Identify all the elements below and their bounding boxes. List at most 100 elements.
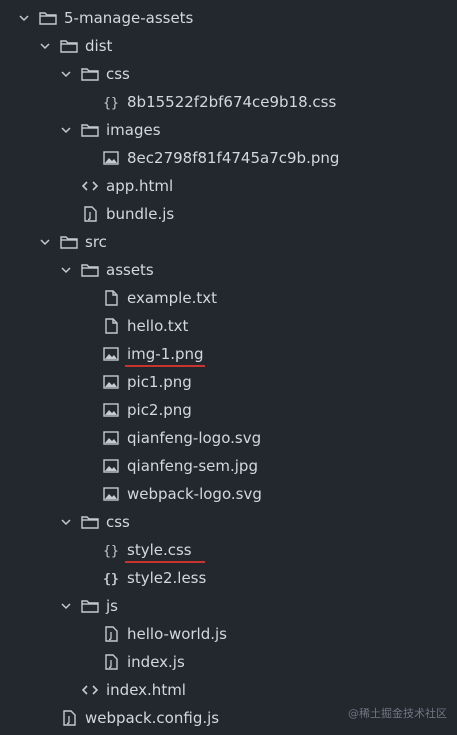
tree-item-label: src <box>85 233 107 251</box>
image-file-icon <box>101 400 121 420</box>
tree-file-row[interactable]: bundle.js <box>0 200 457 228</box>
image-file-icon <box>101 344 121 364</box>
chevron-down-icon[interactable] <box>60 516 72 528</box>
tree-item-label: style.css <box>127 541 192 559</box>
folder-icon <box>80 512 100 532</box>
folder-icon <box>38 8 58 28</box>
js-file-icon <box>101 652 121 672</box>
tree-folder-row[interactable]: 5-manage-assets <box>0 4 457 32</box>
tree-folder-row[interactable]: images <box>0 116 457 144</box>
js-file-icon <box>101 624 121 644</box>
tree-folder-row[interactable]: js <box>0 592 457 620</box>
tree-item-label: pic2.png <box>127 401 192 419</box>
chevron-down-icon[interactable] <box>60 68 72 80</box>
tree-item-label: style2.less <box>127 569 207 587</box>
folder-icon <box>80 64 100 84</box>
js-file-icon <box>80 204 100 224</box>
tree-item-label: example.txt <box>127 289 217 307</box>
chevron-down-icon[interactable] <box>39 40 51 52</box>
tree-item-label: 8b15522f2bf674ce9b18.css <box>127 93 337 111</box>
tree-file-row[interactable]: webpack-logo.svg <box>0 480 457 508</box>
tree-file-row[interactable]: index.html <box>0 676 457 704</box>
chevron-down-icon[interactable] <box>39 236 51 248</box>
folder-icon <box>59 232 79 252</box>
tree-item-label: app.html <box>106 177 174 195</box>
text-file-icon <box>101 288 121 308</box>
tree-item-label: css <box>106 513 130 531</box>
folder-icon <box>80 596 100 616</box>
tree-item-label: img-1.png <box>127 345 204 363</box>
chevron-down-icon[interactable] <box>60 124 72 136</box>
tree-item-label: hello-world.js <box>127 625 227 643</box>
image-file-icon <box>101 428 121 448</box>
tree-file-row[interactable]: pic2.png <box>0 396 457 424</box>
svg-text:{}: {} <box>103 572 119 587</box>
tree-item-label: webpack.config.js <box>85 709 220 727</box>
folder-icon <box>59 36 79 56</box>
tree-item-label: pic1.png <box>127 373 192 391</box>
svg-text:{}: {} <box>103 96 119 111</box>
image-file-icon <box>101 456 121 476</box>
red-underline-mark <box>125 365 205 367</box>
tree-item-label: assets <box>106 261 154 279</box>
tree-item-label: qianfeng-logo.svg <box>127 429 262 447</box>
tree-item-label: 5-manage-assets <box>64 9 194 27</box>
tree-folder-row[interactable]: css <box>0 508 457 536</box>
tree-item-label: dist <box>85 37 113 55</box>
svg-text:{}: {} <box>103 544 119 559</box>
tree-file-row[interactable]: qianfeng-logo.svg <box>0 424 457 452</box>
tree-item-label: hello.txt <box>127 317 189 335</box>
chevron-down-icon[interactable] <box>60 600 72 612</box>
tree-file-row[interactable]: example.txt <box>0 284 457 312</box>
tree-file-row[interactable]: hello.txt <box>0 312 457 340</box>
watermark: @稀土掘金技术社区 <box>348 707 447 720</box>
tree-file-row[interactable]: {} style.css <box>0 536 457 564</box>
tree-file-row[interactable]: qianfeng-sem.jpg <box>0 452 457 480</box>
chevron-down-icon[interactable] <box>60 264 72 276</box>
css-file-icon: {} <box>101 540 121 560</box>
folder-icon <box>80 260 100 280</box>
tree-item-label: qianfeng-sem.jpg <box>127 457 258 475</box>
image-file-icon <box>101 372 121 392</box>
html-file-icon <box>80 680 100 700</box>
less-file-icon: {} <box>101 568 121 588</box>
tree-file-row[interactable]: 8ec2798f81f4745a7c9b.png <box>0 144 457 172</box>
tree-folder-row[interactable]: dist <box>0 32 457 60</box>
tree-file-row[interactable]: img-1.png <box>0 340 457 368</box>
js-file-icon <box>59 708 79 728</box>
folder-icon <box>80 120 100 140</box>
tree-file-row[interactable]: app.html <box>0 172 457 200</box>
tree-file-row[interactable]: pic1.png <box>0 368 457 396</box>
image-file-icon <box>101 148 121 168</box>
text-file-icon <box>101 316 121 336</box>
tree-item-label: css <box>106 65 130 83</box>
red-underline-mark <box>125 561 205 563</box>
tree-item-label: 8ec2798f81f4745a7c9b.png <box>127 149 340 167</box>
chevron-down-icon[interactable] <box>18 12 30 24</box>
tree-file-row[interactable]: {} style2.less <box>0 564 457 592</box>
tree-folder-row[interactable]: src <box>0 228 457 256</box>
tree-file-row[interactable]: {} 8b15522f2bf674ce9b18.css <box>0 88 457 116</box>
tree-item-label: bundle.js <box>106 205 175 223</box>
tree-file-row[interactable]: hello-world.js <box>0 620 457 648</box>
tree-file-row[interactable]: index.js <box>0 648 457 676</box>
tree-folder-row[interactable]: css <box>0 60 457 88</box>
tree-folder-row[interactable]: assets <box>0 256 457 284</box>
html-file-icon <box>80 176 100 196</box>
tree-item-label: js <box>106 597 118 615</box>
